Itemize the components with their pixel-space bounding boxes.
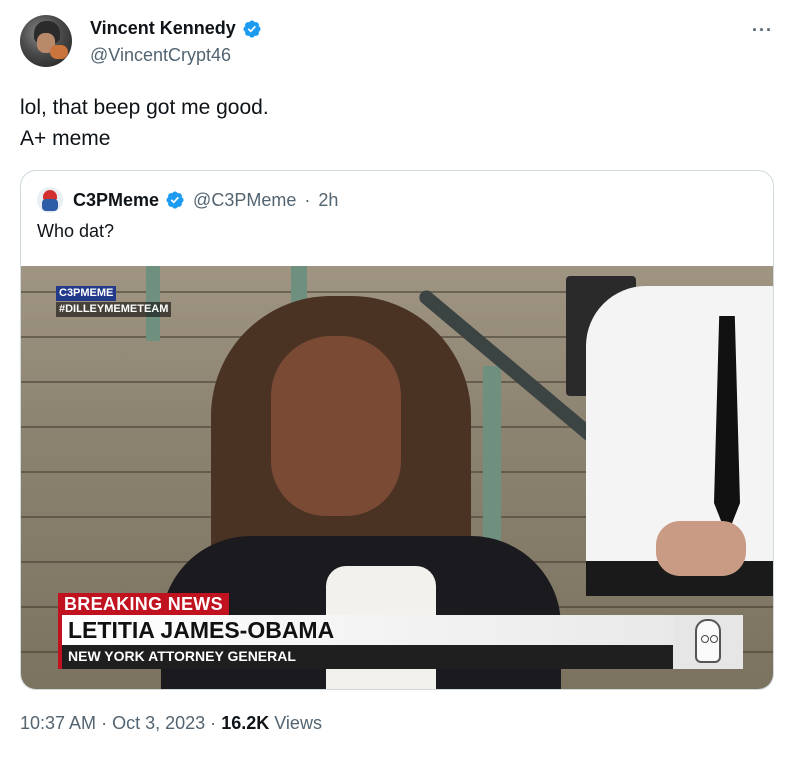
tweet-date[interactable]: Oct 3, 2023 <box>112 713 205 733</box>
quoted-author-avatar <box>37 187 63 213</box>
quoted-verified-badge-icon <box>166 191 184 209</box>
quoted-author-handle: @C3PMeme <box>193 189 297 210</box>
tweet-line-2: A+ meme <box>20 127 111 150</box>
droid-logo <box>673 615 743 669</box>
verified-badge-icon <box>243 19 261 38</box>
droid-eye-icon <box>701 635 709 643</box>
tweet-meta: 10:37 AM · Oct 3, 2023 · 16.2K Views <box>20 713 322 734</box>
lower-third-name: LETITIA JAMES-OBAMA <box>68 617 335 643</box>
author-handle[interactable]: @VincentCrypt46 <box>90 45 231 66</box>
meta-dot: · <box>210 713 217 733</box>
more-options-icon[interactable]: ··· <box>752 20 773 41</box>
lower-third-title: NEW YORK ATTORNEY GENERAL <box>68 648 296 664</box>
tweet-text: lol, that beep got me good. A+ meme <box>20 92 269 154</box>
quoted-tweet-age: 2h <box>318 189 339 210</box>
lower-third-name-bar: LETITIA JAMES-OBAMA <box>58 615 673 645</box>
quoted-separator-dot: · <box>304 189 311 210</box>
quoted-tweet-text: Who dat? <box>37 221 115 241</box>
droid-head-icon <box>695 619 721 663</box>
lower-third-title-bar: NEW YORK ATTORNEY GENERAL <box>58 645 673 669</box>
officer-hands <box>656 521 746 576</box>
watermark-brand: C3PMEME <box>56 286 117 301</box>
views-count: 16.2K <box>221 713 270 733</box>
quoted-avatar-body-shape <box>42 199 58 211</box>
news-lower-third: BREAKING NEWS LETITIA JAMES-OBAMA NEW YO… <box>58 593 743 671</box>
author-name-row[interactable]: Vincent Kennedy <box>90 18 262 39</box>
author-display-name[interactable]: Vincent Kennedy <box>90 18 236 39</box>
breaking-news-label: BREAKING NEWS <box>58 593 229 615</box>
quoted-video-media[interactable]: C3PMEME #DILLEYMEMETEAM BREAKING NEWS LE… <box>21 266 773 689</box>
quoted-author-name: C3PMeme <box>73 189 160 210</box>
droid-eye-icon <box>710 635 718 643</box>
quoted-tweet-header: C3PMeme @C3PMeme · 2h <box>37 187 338 213</box>
quoted-tweet-card[interactable]: C3PMeme @C3PMeme · 2h Who dat? C3PMEME #… <box>20 170 774 690</box>
avatar-pet-shape <box>50 45 68 59</box>
watermark-tag: #DILLEYMEMETEAM <box>56 302 172 317</box>
video-watermark: C3PMEME #DILLEYMEMETEAM <box>56 286 172 317</box>
tweet-line-1: lol, that beep got me good. <box>20 96 269 119</box>
author-avatar[interactable] <box>20 15 72 67</box>
tweet-time[interactable]: 10:37 AM <box>20 713 96 733</box>
meta-dot: · <box>101 713 108 733</box>
views-label: Views <box>274 713 322 733</box>
speaker-face <box>271 336 401 516</box>
